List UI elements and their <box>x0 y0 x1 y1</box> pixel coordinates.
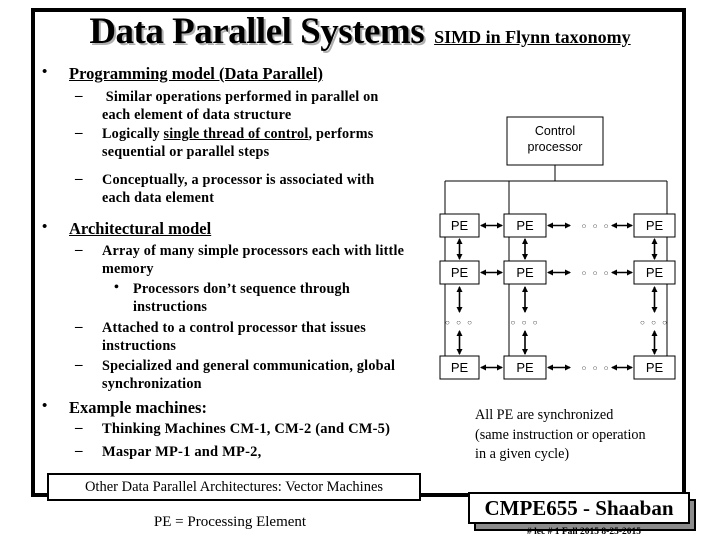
control-processor-label: Control <box>535 124 575 138</box>
ellipsis-dots: ○ ○ ○ <box>582 222 611 231</box>
pe-label: PE <box>451 218 469 233</box>
pe-grid: PE PE PE ○ ○ ○ PE PE PE ○ ○ ○ PE PE PE ○ ○ ○ ○ ○ ○ ○ … <box>439 213 676 380</box>
ellipsis-dots: ○ ○ ○ <box>582 364 611 373</box>
simd-diagram: Control processor PE PE PE ○ ○ ○ PE PE PE ○ ○ ○… <box>439 116 676 380</box>
pe-label: PE <box>451 360 469 375</box>
pe-label: PE <box>516 265 534 280</box>
ellipsis-dots: ○ ○ ○ <box>582 269 611 278</box>
pe-label: PE <box>451 265 469 280</box>
ellipsis-dots: ○ ○ ○ <box>445 318 474 327</box>
pe-label: PE <box>646 360 664 375</box>
pe-label: PE <box>646 265 664 280</box>
vector-machines-box: Other Data Parallel Architectures: Vecto… <box>47 473 421 501</box>
ellipsis-dots: ○ ○ ○ <box>640 318 669 327</box>
course-badge: CMPE655 - Shaaban <box>468 492 690 524</box>
ellipsis-dots: ○ ○ ○ <box>511 318 540 327</box>
control-processor-label: processor <box>528 140 583 154</box>
pe-label: PE <box>646 218 664 233</box>
pe-label: PE <box>516 360 534 375</box>
pe-label: PE <box>516 218 534 233</box>
